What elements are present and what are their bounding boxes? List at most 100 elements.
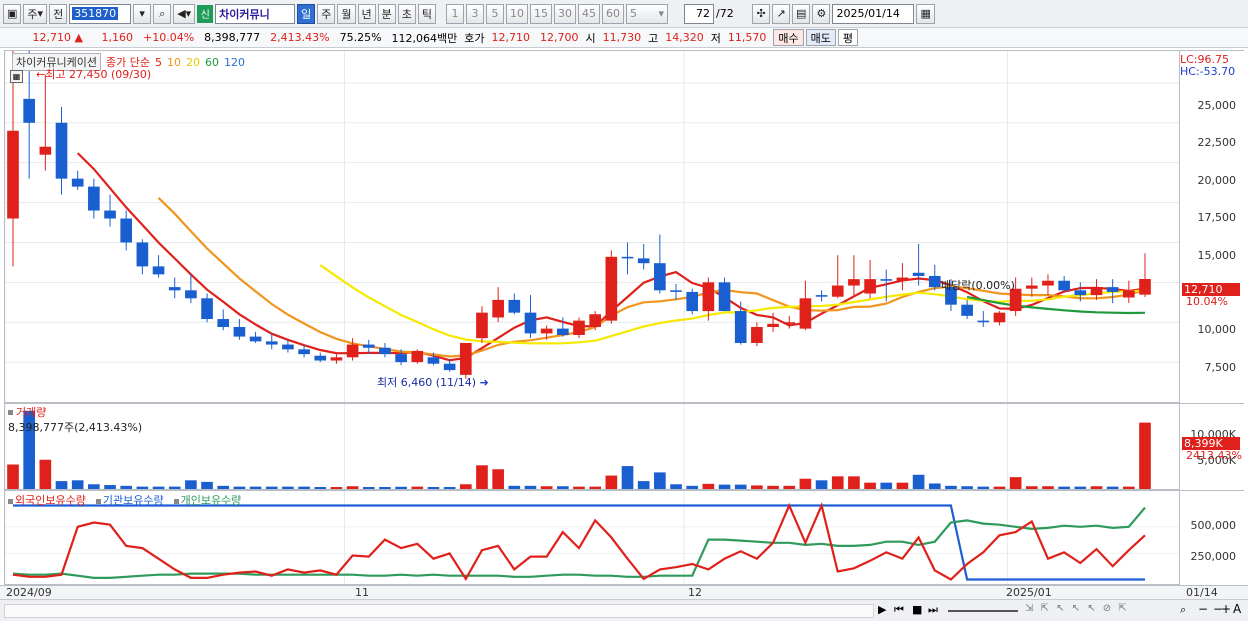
candle-body (136, 242, 149, 267)
period-minute-button[interactable]: 분 (377, 3, 396, 24)
volume-bar (912, 474, 925, 489)
hc-label: HC:-53.70 (1180, 65, 1236, 78)
candle-body (718, 282, 731, 312)
holding-institution-line (13, 504, 1145, 581)
candle-body (508, 299, 521, 313)
legend-individual-text: 개인보유수량 (180, 494, 242, 507)
volume-bar (88, 484, 100, 489)
y-tick-10000: 10,000 (1197, 323, 1237, 336)
candle-body (848, 279, 860, 286)
interval-10-button[interactable]: 10 (506, 3, 529, 24)
candle-body (282, 344, 294, 350)
low-annotation: 최저 6,460 (11/14) ➜ (377, 376, 489, 389)
volume-bar (265, 486, 278, 489)
candle-body (217, 319, 230, 328)
stock-name-field[interactable]: 차이커뮤니 (215, 3, 296, 24)
volume-bar (718, 484, 731, 489)
holding-foreign-line (12, 502, 1146, 582)
candle-body (654, 263, 666, 291)
code-dropdown-icon[interactable]: ▾ (133, 3, 152, 24)
volume-bar (411, 486, 424, 489)
draw-tool-icon[interactable]: ↗ (772, 3, 791, 24)
volume-bar (573, 486, 585, 489)
candle-body (831, 285, 844, 297)
volume-bar (605, 475, 618, 489)
period-day-button[interactable]: 일 (297, 3, 316, 24)
candle-body (330, 357, 343, 361)
candle-body (783, 322, 796, 324)
volume-bar (783, 485, 796, 489)
candle-body (912, 272, 925, 276)
buy-button[interactable]: 매수 (773, 29, 804, 46)
volume-bar (637, 481, 650, 489)
volume-bar (104, 485, 116, 489)
candle-body (540, 328, 553, 334)
window-menu-icon[interactable]: ▣ (3, 3, 22, 24)
interval-3-button[interactable]: 3 (466, 3, 485, 24)
stock-code-input[interactable]: 351870 (69, 3, 132, 24)
interval-1-button[interactable]: 1 (446, 3, 465, 24)
interval-select[interactable]: 5 ▾ (626, 3, 669, 24)
speaker-icon[interactable]: ◀▾ (173, 3, 196, 24)
volume-axis: 10,000K 5,000K 8,399K 2413.43% (1180, 403, 1244, 490)
x-label-dec: 12 (688, 586, 702, 599)
crosshair-icon[interactable]: ✣ (752, 3, 771, 24)
candle-body (977, 320, 990, 323)
market-select[interactable]: 주 ▾ (23, 3, 48, 24)
last-page-icon[interactable]: ⏭ (928, 603, 938, 617)
period-week-button[interactable]: 주 (317, 3, 336, 24)
first-page-icon[interactable]: ⏮ (894, 603, 904, 617)
zoom-out-icon[interactable]: − (1198, 602, 1208, 616)
calendar-icon[interactable]: ▦ (916, 3, 935, 24)
sell-button[interactable]: 매도 (805, 29, 836, 46)
zoom-slider[interactable] (948, 610, 1018, 612)
candle-body (815, 295, 828, 297)
font-size-icon[interactable]: A (1233, 602, 1241, 616)
date-input[interactable]: 2025/01/14 (832, 3, 915, 24)
scroll-right-icon[interactable]: ▶ (878, 603, 886, 616)
period-second-button[interactable]: 초 (397, 3, 416, 24)
zoom-in-icon[interactable]: + (1221, 602, 1231, 616)
legend-ma120: 120 (223, 55, 245, 69)
scroll-track[interactable] (4, 604, 874, 618)
search-icon[interactable]: ⌕ (153, 3, 172, 24)
interval-5-button[interactable]: 5 (486, 3, 505, 24)
candle-body (443, 363, 456, 371)
avg-button[interactable]: 평 (837, 29, 859, 46)
low-label: 저 (710, 31, 721, 45)
count-input[interactable]: 72 (684, 3, 715, 24)
candle-body (23, 98, 35, 123)
prev-button[interactable]: 전 (49, 3, 68, 24)
volume-bar (120, 485, 133, 489)
period-year-button[interactable]: 년 (357, 3, 376, 24)
candle-body (104, 210, 116, 219)
candle-body (557, 328, 569, 335)
candle-body (767, 323, 779, 328)
volume-bar (734, 484, 747, 489)
period-tick-button[interactable]: 틱 (417, 3, 437, 24)
volume-bar (379, 487, 391, 489)
settings-icon[interactable]: ⚙ (812, 3, 831, 24)
new-listing-badge: 신 (197, 4, 214, 23)
stop-icon[interactable]: ■ (912, 603, 922, 616)
candle-body (702, 282, 715, 312)
volume-bar (702, 483, 715, 489)
interval-45-button[interactable]: 45 (578, 3, 601, 24)
tool-icons[interactable]: ⇲ ⇱ ↖ ↖ ↖ ⊘ ⇱ (1025, 603, 1129, 614)
volume-bar (1058, 486, 1070, 489)
interval-60-button[interactable]: 60 (602, 3, 625, 24)
interval-30-button[interactable]: 30 (554, 3, 577, 24)
magnify-icon[interactable]: ⌕ (1180, 603, 1186, 617)
volume-bar (249, 486, 262, 489)
volume-bar (362, 487, 375, 489)
candle-body (1106, 287, 1119, 292)
save-icon[interactable]: ▤ (792, 3, 811, 24)
volume-bar (557, 486, 569, 489)
calculator-icon[interactable]: ▦ (10, 70, 23, 83)
price-panel[interactable] (4, 50, 1180, 403)
candle-body (362, 344, 375, 348)
interval-15-button[interactable]: 15 (530, 3, 553, 24)
volume-panel[interactable] (4, 403, 1180, 490)
period-month-button[interactable]: 월 (337, 3, 356, 24)
trade-amount: 112,064백만 (391, 31, 458, 45)
